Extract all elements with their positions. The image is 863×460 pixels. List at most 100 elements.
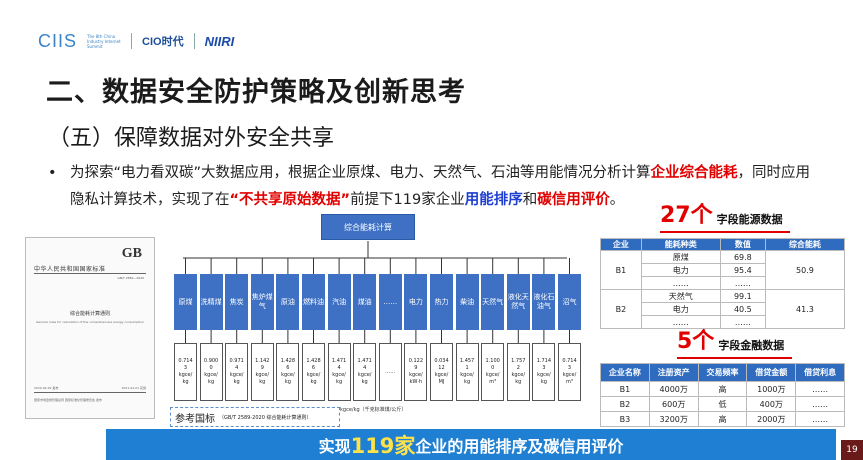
coefficient-box: 0.034 12 kgce/MJ <box>430 343 453 401</box>
table-header: 企业名称 <box>600 363 650 382</box>
table-header: 交易频率 <box>697 363 748 382</box>
coefficient-box: 1.100 0 kgce/m³ <box>481 343 505 401</box>
header-logos: CIIS The 8th China Industry Internet Sum… <box>38 30 234 52</box>
page-number: 19 <box>841 440 863 460</box>
table-cell: B2 <box>600 396 650 412</box>
table-cell: 4000万 <box>648 381 699 397</box>
highlight-text: 碳信用评价 <box>537 192 610 208</box>
energy-type-box: 液化天然气 <box>506 274 530 330</box>
energy-type-box: 热力 <box>430 274 453 330</box>
table-cell: …… <box>640 315 721 329</box>
reference-label: 参考国标 <box>175 413 215 425</box>
finance-heading-label: 字段金融数据 <box>718 339 785 352</box>
coefficient-box: 1.428 6 kgce/kg <box>302 343 325 401</box>
coefficient-box: 1.471 4 kgce/kg <box>327 343 351 401</box>
table-row: B1 原煤 69.8 50.9 <box>600 250 846 290</box>
energy-type-box: 焦炉煤气 <box>250 274 274 330</box>
table-cell: 50.9 <box>764 250 846 290</box>
bullet-text: 。 <box>609 192 625 208</box>
table-cell: 400万 <box>746 396 797 412</box>
table-row: B1 4000万高 1000万…… <box>600 381 845 397</box>
banner-text: 实现 <box>318 436 351 456</box>
table-cell: 95.4 <box>719 263 766 277</box>
energy-type-box: 柴油 <box>455 274 479 330</box>
table-cell: …… <box>640 276 721 290</box>
table-cell: 低 <box>697 396 748 412</box>
banner-highlight: 119家 <box>350 433 416 458</box>
table-header: 注册资产 <box>648 363 699 382</box>
table-cell: 40.5 <box>719 302 766 316</box>
table-row: B2 600万低 400万…… <box>600 396 845 412</box>
energy-type-box: 汽油 <box>327 274 351 330</box>
bullet-text: 为探索“电力看双碳”大数据应用，根据企业原煤、电力、天然气、石油等用能情况分析计… <box>70 165 651 181</box>
table-row: B3 3200万高 2000万…… <box>600 411 845 427</box>
underline <box>660 231 790 233</box>
energy-type-row: 原煤 洗精煤 焦炭 焦炉煤气 原油 燃料油 汽油 煤油…… 电力 热力 柴油 天然气 液化天然气 液化石油… <box>172 274 582 330</box>
finance-field-count: 5个 <box>677 329 715 354</box>
table-cell: …… <box>795 396 845 412</box>
coefficient-box: …… <box>378 343 402 401</box>
reference-standard: 参考国标 （GB/T 2589-2020 综合能耗计算通则） <box>170 407 340 427</box>
table-header: 数值 <box>719 238 766 251</box>
table-cell: B1 <box>600 381 650 397</box>
cio-logo: CIO时代 <box>142 36 184 48</box>
table-row: B2 天然气 99.1 41.3 <box>600 289 846 329</box>
tree-root: 综合能耗计算 <box>321 214 415 240</box>
energy-data-table: 企业 能耗种类 数值 综合能耗 B1 原煤 69.8 50.9 电力 95.4………… B2 天然气… <box>600 238 846 329</box>
ciis-logo-caption: The 8th China Industry Internet Summit <box>87 33 121 49</box>
table-cell: …… <box>719 276 766 290</box>
table-cell: …… <box>795 411 845 427</box>
finance-data-heading: 5个 字段金融数据 <box>677 331 784 353</box>
coefficient-box: 1.757 2 kgce/kg <box>506 343 530 401</box>
finance-data-table: 企业名称 注册资产 交易频率 借贷金额 借贷利息 B1 4000万高 1000万…… B2 60… <box>600 363 845 427</box>
table-cell: …… <box>795 381 845 397</box>
gb-title: 综合能耗计算通则 <box>69 311 110 317</box>
energy-type-box: 焦炭 <box>225 274 249 330</box>
section-subtitle: （五）保障数据对外安全共享 <box>48 126 335 151</box>
table-cell: 高 <box>697 411 748 427</box>
table-cell: 99.1 <box>719 289 766 303</box>
gb-effective-date: 2021-04-01 实施 <box>121 386 146 390</box>
unit-note: kgce/kg（千克标准煤/公斤） <box>340 407 407 413</box>
logo-divider <box>193 33 195 49</box>
coefficient-box: 0.714 3 kgce/m³ <box>558 343 581 401</box>
coefficient-box: 0.714 3 kgce/kg <box>174 343 197 401</box>
table-cell: B2 <box>600 289 642 329</box>
table-cell: B1 <box>600 250 642 290</box>
table-cell: 天然气 <box>640 289 721 303</box>
table-cell: B3 <box>600 411 650 427</box>
bullet-text: 和 <box>522 192 538 208</box>
energy-type-box: …… <box>378 274 402 330</box>
divider <box>34 273 146 274</box>
energy-heading-label: 字段能源数据 <box>716 213 783 226</box>
energy-type-box: 电力 <box>404 274 428 330</box>
table-cell: 600万 <box>648 396 699 412</box>
reference-code: （GB/T 2589-2020 综合能耗计算通则） <box>219 414 312 421</box>
table-cell: 原煤 <box>640 250 721 264</box>
page-title: 二、数据安全防护策略及创新思考 <box>46 77 466 108</box>
table-cell: …… <box>719 315 766 329</box>
table-cell: 69.8 <box>719 250 766 264</box>
gb-title-en: General rules for calculation of the com… <box>36 320 144 324</box>
coefficient-box: 0.900 0 kgce/kg <box>199 343 223 401</box>
logo-divider <box>131 33 133 49</box>
gb-issue-date: 2020-09-29 发布 <box>34 386 59 390</box>
highlight-text: “不共享原始数据” <box>229 192 351 208</box>
energy-data-heading: 27个 字段能源数据 <box>660 205 783 227</box>
gb-standard-document: GB 中华人民共和国国家标准 GB/T 2589—2020 综合能耗计算通则 G… <box>25 237 155 419</box>
table-header: 能耗种类 <box>640 238 721 251</box>
highlight-text: 企业综合能耗 <box>650 165 738 181</box>
table-cell: 电力 <box>640 263 721 277</box>
table-header: 综合能耗 <box>764 238 846 251</box>
gb-code: GB/T 2589—2020 <box>117 276 144 280</box>
table-cell: 3200万 <box>648 411 699 427</box>
summary-banner: 实现 119家 企业的用能排序及碳信用评价 <box>106 429 836 460</box>
energy-type-box: 原油 <box>276 274 300 330</box>
table-cell: 41.3 <box>764 289 846 329</box>
table-header: 企业 <box>600 238 642 251</box>
coefficient-box: 1.471 4 kgce/kg <box>353 343 377 401</box>
banner-text: 企业的用能排序及碳信用评价 <box>415 436 624 456</box>
table-cell: 高 <box>697 381 748 397</box>
coefficient-box: 1.457 1 kgce/kg <box>455 343 479 401</box>
table-header: 借贷金额 <box>746 363 797 382</box>
